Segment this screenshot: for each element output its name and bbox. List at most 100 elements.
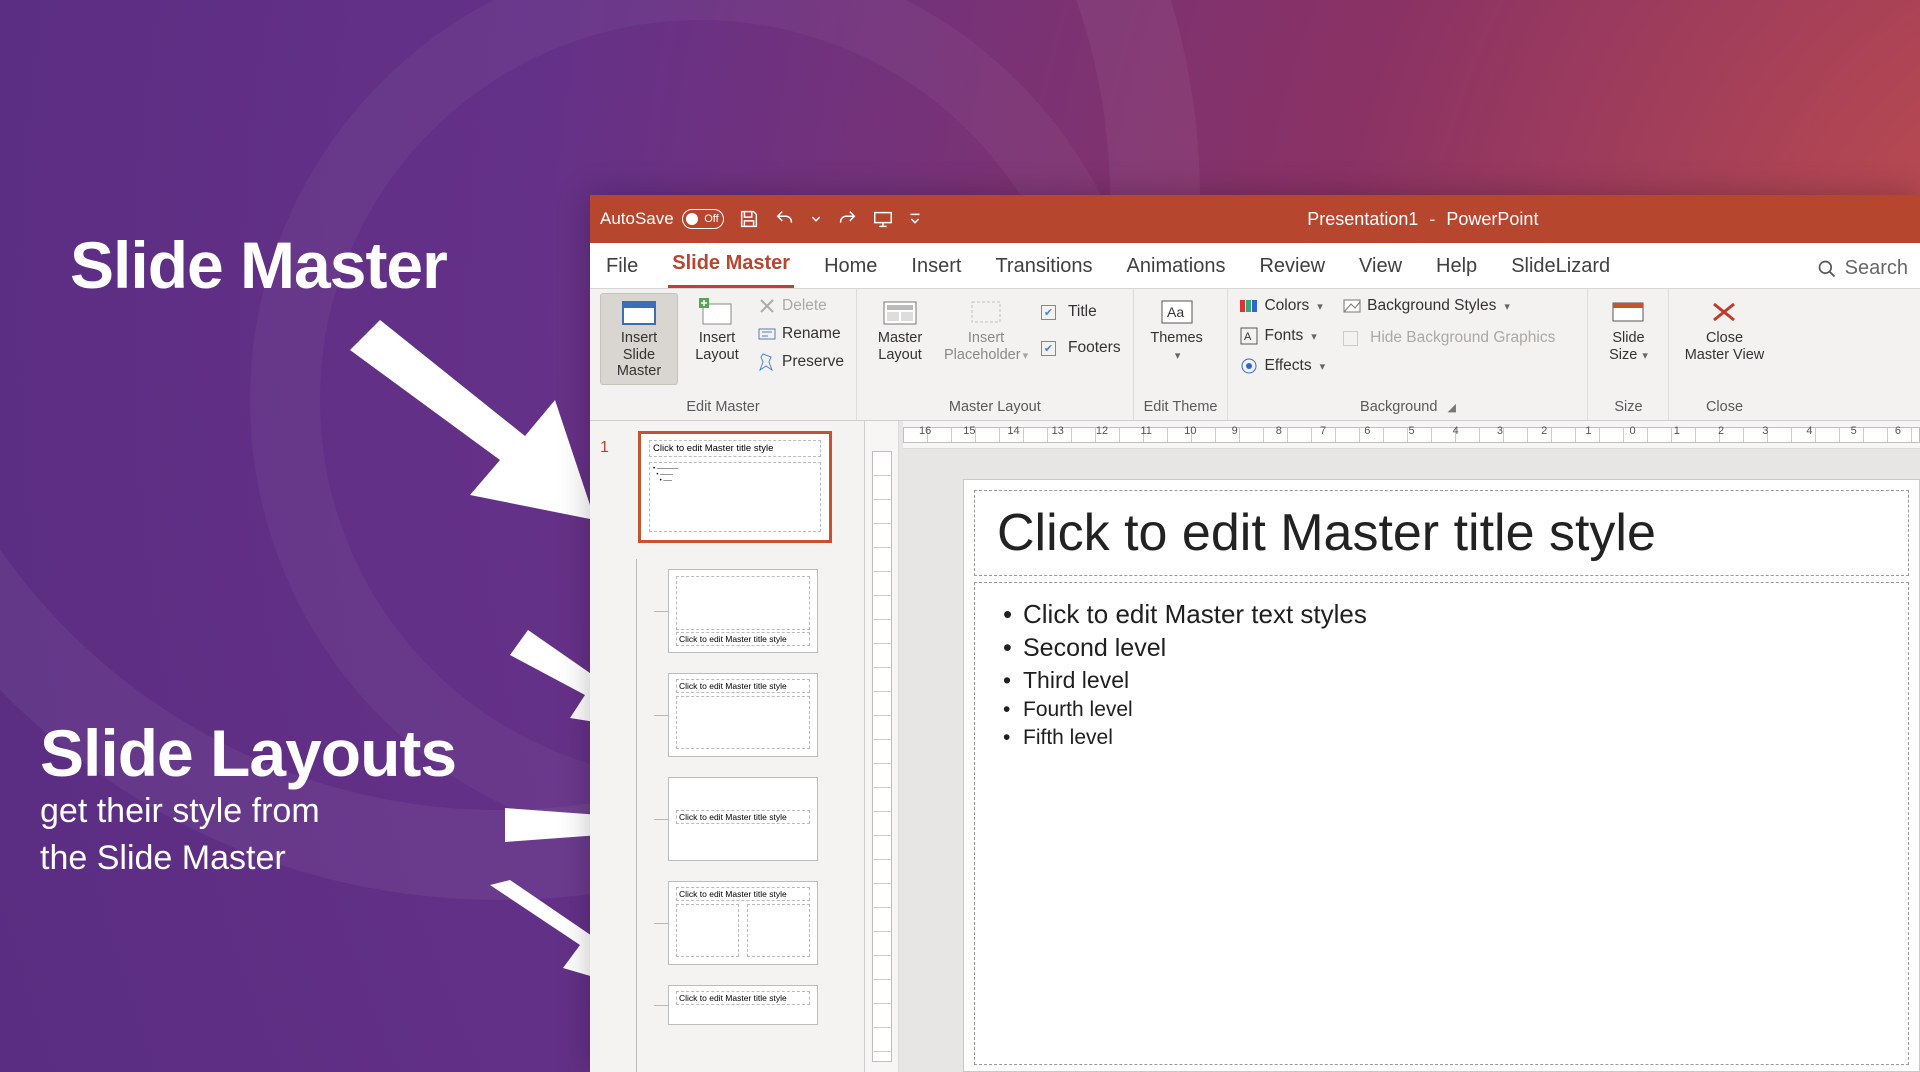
tab-review[interactable]: Review xyxy=(1255,245,1329,288)
insert-layout-button[interactable]: Insert Layout xyxy=(686,293,748,368)
layout-thumbnail[interactable]: Click to edit Master title style xyxy=(668,881,818,965)
undo-icon[interactable] xyxy=(774,208,796,230)
autosave-label: AutoSave xyxy=(600,209,674,229)
arrow-icon xyxy=(330,320,610,540)
preserve-icon xyxy=(758,353,776,371)
tab-home[interactable]: Home xyxy=(820,245,881,288)
layout-thumb-title: Click to edit Master title style xyxy=(676,991,810,1005)
group-label-close: Close xyxy=(1679,397,1769,418)
effects-icon xyxy=(1240,357,1258,375)
title-bar: AutoSave Off Presentation1 - PowerPoint xyxy=(590,195,1920,243)
layout-icon xyxy=(699,298,735,326)
tab-insert[interactable]: Insert xyxy=(907,245,965,288)
rename-label: Rename xyxy=(782,325,841,343)
group-background: Colors▾ A Fonts▾ Effects▾ Background Sty… xyxy=(1228,289,1588,420)
close-master-view-button[interactable]: Close Master View xyxy=(1679,293,1769,368)
insert-placeholder-button[interactable]: Insert Placeholder▾ xyxy=(941,293,1031,368)
fonts-button[interactable]: A Fonts▾ xyxy=(1238,325,1327,347)
title-placeholder[interactable]: Click to edit Master title style xyxy=(974,490,1909,576)
slide-index: 1 xyxy=(600,439,609,457)
annotation-layouts-sub2: the Slide Master xyxy=(40,837,456,880)
layout-thumbnail[interactable]: Click to edit Master title style xyxy=(668,569,818,653)
search-placeholder: Search xyxy=(1845,257,1908,280)
search-icon xyxy=(1817,259,1837,279)
master-layout-button[interactable]: Master Layout xyxy=(867,293,933,368)
master-thumb-body: • ───── • ─── • ── xyxy=(649,462,821,532)
save-icon[interactable] xyxy=(738,208,760,230)
horizontal-ruler[interactable]: 161514131211109876543210123456 xyxy=(903,421,1920,449)
master-thumb-title: Click to edit Master title style xyxy=(649,440,821,457)
delete-button[interactable]: Delete xyxy=(756,295,846,317)
tab-slide-master[interactable]: Slide Master xyxy=(668,242,794,288)
colors-label: Colors xyxy=(1264,297,1309,315)
slideshow-icon[interactable] xyxy=(872,208,894,230)
group-label-size: Size xyxy=(1598,397,1658,418)
annotation-layouts-sub1: get their style from xyxy=(40,790,456,833)
annotation-layouts: Slide Layouts get their style from the S… xyxy=(40,720,456,879)
background-styles-icon xyxy=(1343,297,1361,315)
colors-button[interactable]: Colors▾ xyxy=(1238,295,1327,317)
body-lvl2: Second level xyxy=(997,634,1886,663)
tree-connector xyxy=(636,559,637,1072)
preserve-button[interactable]: Preserve xyxy=(756,351,846,373)
tab-animations[interactable]: Animations xyxy=(1123,245,1230,288)
workspace: 1 Click to edit Master title style • ───… xyxy=(590,421,1920,1072)
hide-background-label: Hide Background Graphics xyxy=(1370,329,1555,347)
vertical-ruler[interactable] xyxy=(865,421,899,1072)
themes-button[interactable]: Aa Themes▾ xyxy=(1144,293,1210,368)
tab-slidelizard[interactable]: SlideLizard xyxy=(1507,245,1614,288)
themes-icon: Aa xyxy=(1159,298,1195,326)
redo-icon[interactable] xyxy=(836,208,858,230)
canvas-scroll[interactable]: Click to edit Master title style Click t… xyxy=(903,449,1920,1072)
layout-thumbnail[interactable]: Click to edit Master title style xyxy=(668,777,818,861)
ribbon: Insert Slide Master Insert Layout Delete… xyxy=(590,289,1920,421)
footers-checkbox[interactable]: ✔ Footers xyxy=(1039,337,1123,359)
toggle-switch-icon[interactable]: Off xyxy=(682,209,724,229)
annotation-layouts-heading: Slide Layouts xyxy=(40,720,456,786)
insert-placeholder-label: Insert Placeholder xyxy=(944,330,1021,363)
undo-dropdown-icon[interactable] xyxy=(810,208,822,230)
effects-label: Effects xyxy=(1264,357,1311,375)
master-thumbnail[interactable]: Click to edit Master title style • ─────… xyxy=(638,431,832,543)
body-lvl3: Third level xyxy=(997,667,1886,694)
tab-view[interactable]: View xyxy=(1355,245,1406,288)
footers-checkbox-label: Footers xyxy=(1068,339,1121,357)
tab-help[interactable]: Help xyxy=(1432,245,1481,288)
title-text: Click to edit Master title style xyxy=(997,503,1886,563)
qat-customize-icon[interactable] xyxy=(908,208,922,230)
slide-size-button[interactable]: Slide Size ▾ xyxy=(1598,293,1658,368)
close-master-view-label: Close Master View xyxy=(1682,330,1766,363)
insert-slide-master-button[interactable]: Insert Slide Master xyxy=(600,293,678,385)
layout-thumbnail[interactable]: Click to edit Master title style xyxy=(668,985,818,1025)
tab-file[interactable]: File xyxy=(602,245,642,288)
rename-button[interactable]: Rename xyxy=(756,323,846,345)
hide-background-checkbox[interactable]: Hide Background Graphics xyxy=(1341,327,1557,349)
autosave-toggle[interactable]: AutoSave Off xyxy=(600,209,724,229)
thumbnail-panel[interactable]: 1 Click to edit Master title style • ───… xyxy=(590,421,865,1072)
close-icon xyxy=(1706,298,1742,326)
slide-master-icon xyxy=(621,298,657,326)
app-name: PowerPoint xyxy=(1446,209,1538,229)
effects-button[interactable]: Effects▾ xyxy=(1238,355,1327,377)
master-layout-icon xyxy=(882,298,918,326)
themes-label: Themes xyxy=(1150,330,1202,346)
dialog-launcher-icon[interactable]: ◢ xyxy=(1447,402,1455,414)
background-styles-label: Background Styles xyxy=(1367,297,1496,315)
background-styles-button[interactable]: Background Styles▾ xyxy=(1341,295,1557,317)
layout-thumb-title: Click to edit Master title style xyxy=(676,632,810,646)
layout-thumbnails: Click to edit Master title style Click t… xyxy=(668,569,856,1025)
title-checkbox-label: Title xyxy=(1068,303,1097,321)
search-input[interactable]: Search xyxy=(1817,257,1908,288)
group-label-background: Background ◢ xyxy=(1238,397,1577,418)
tab-transitions[interactable]: Transitions xyxy=(991,245,1096,288)
title-checkbox[interactable]: ✔ Title xyxy=(1039,301,1123,323)
svg-text:Aa: Aa xyxy=(1167,304,1184,320)
group-close: Close Master View Close xyxy=(1669,289,1779,420)
body-placeholder[interactable]: Click to edit Master text styles Second … xyxy=(974,582,1909,1065)
group-size: Slide Size ▾ Size xyxy=(1588,289,1669,420)
layout-thumb-title: Click to edit Master title style xyxy=(676,887,810,901)
slide-canvas[interactable]: Click to edit Master title style Click t… xyxy=(963,479,1920,1072)
powerpoint-window: AutoSave Off Presentation1 - PowerPoint … xyxy=(590,195,1920,1072)
annotation-master-heading: Slide Master xyxy=(70,232,447,298)
layout-thumbnail[interactable]: Click to edit Master title style xyxy=(668,673,818,757)
